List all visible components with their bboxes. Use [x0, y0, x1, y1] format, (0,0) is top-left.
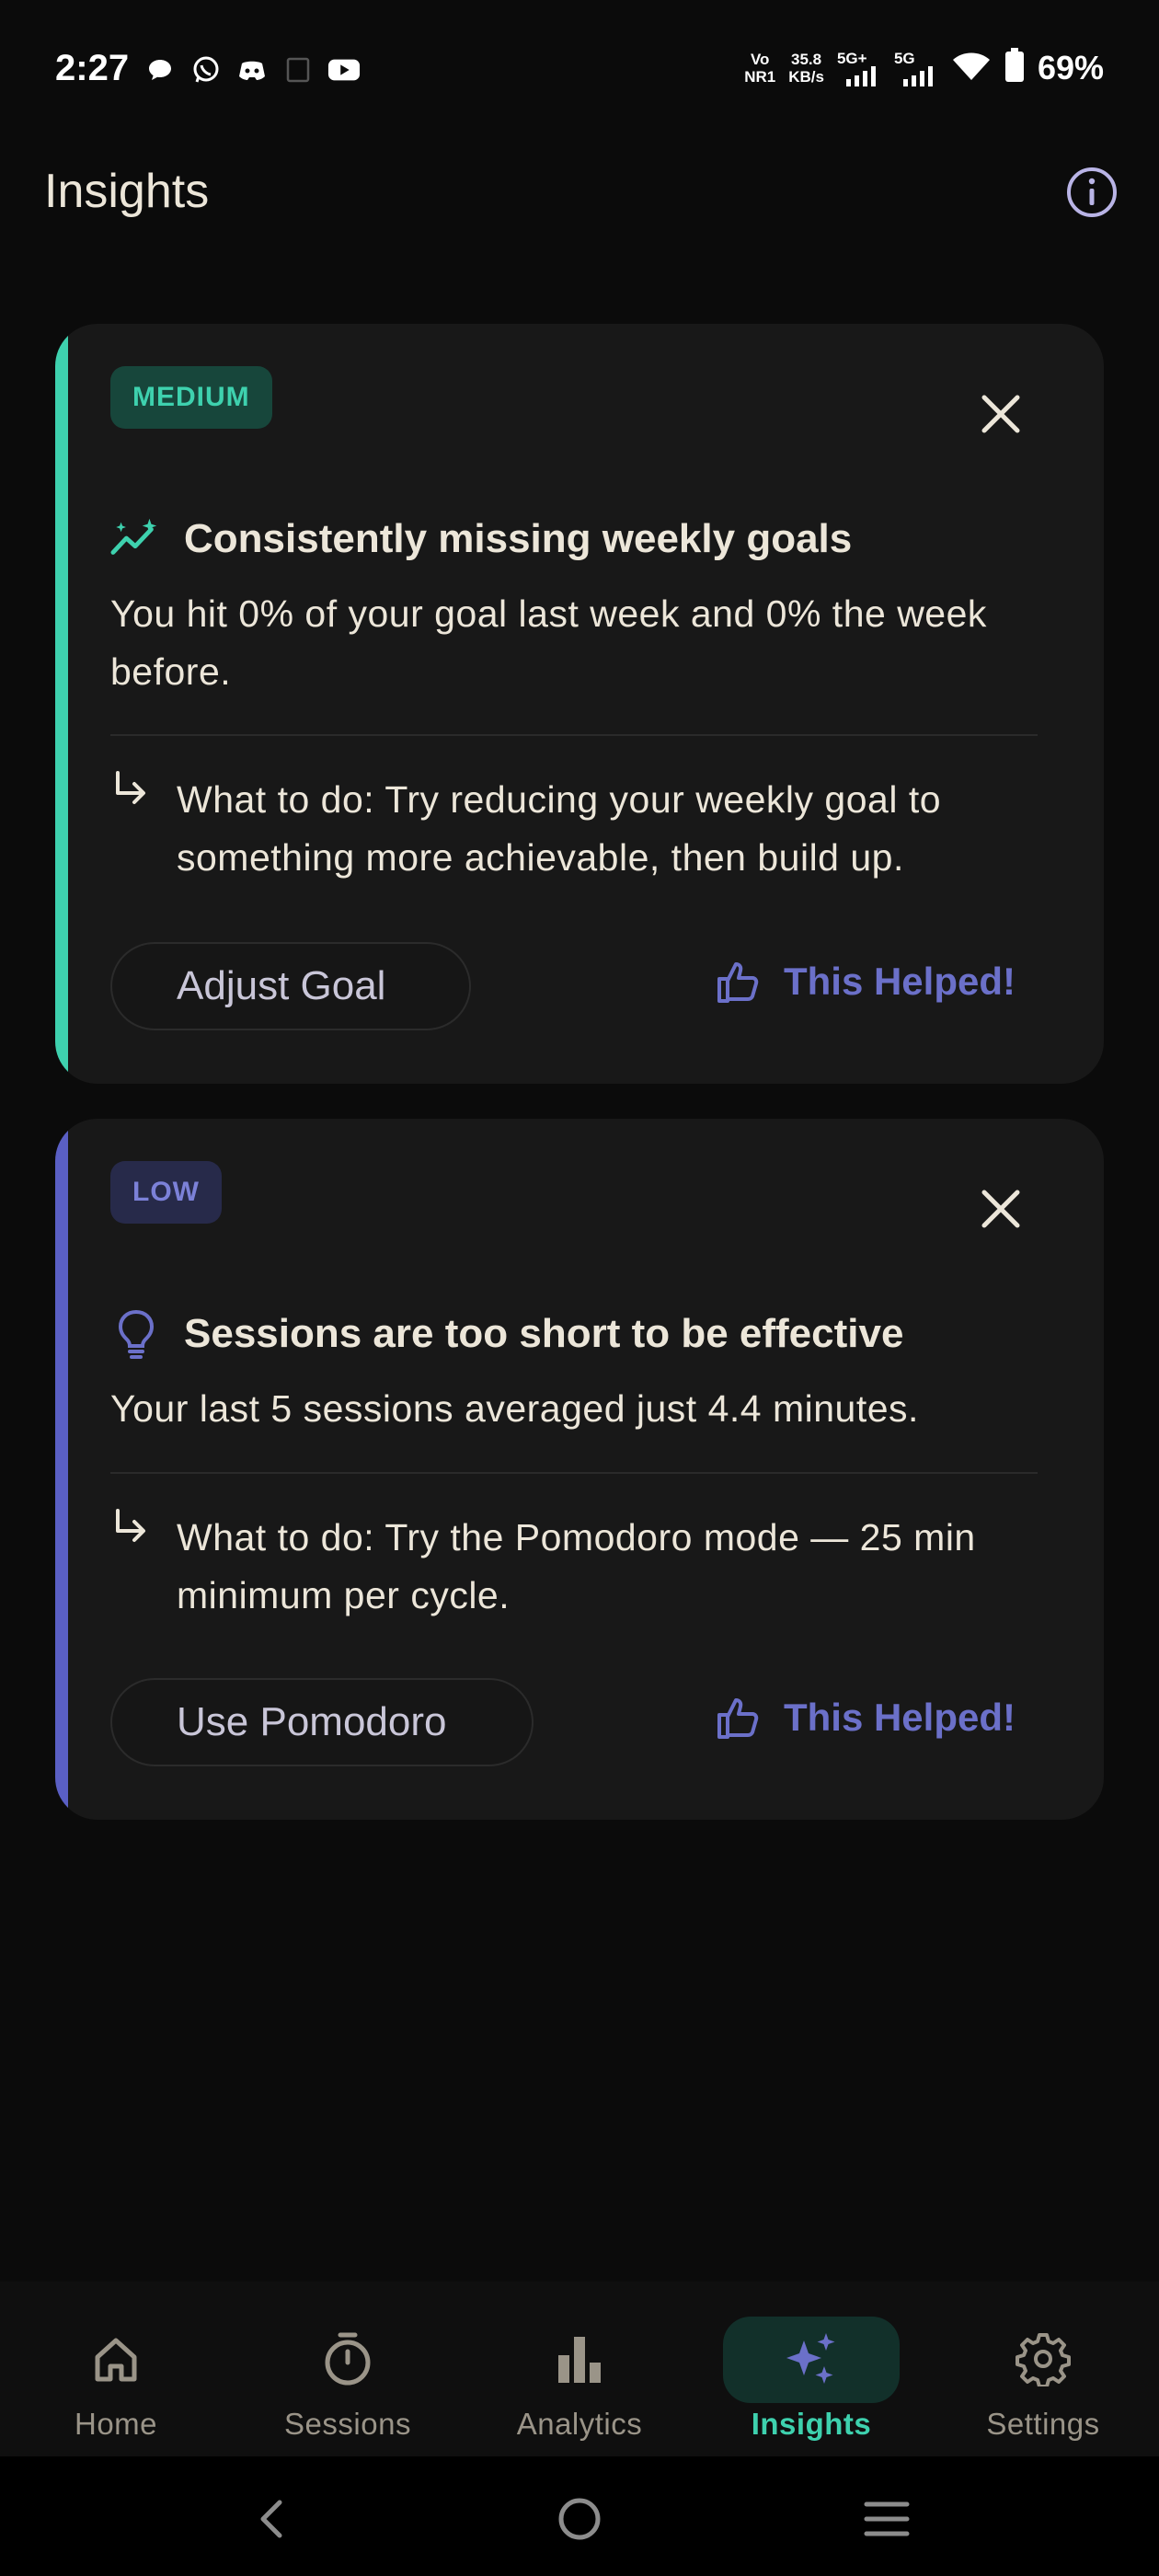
nav-label: Sessions [284, 2407, 411, 2441]
home-icon [24, 2324, 208, 2394]
signal-bars-icon [902, 65, 933, 86]
wifi-icon [951, 49, 992, 86]
nav-label: Insights [751, 2407, 872, 2441]
card-title-row: Sessions are too short to be effective [110, 1308, 903, 1360]
thumbs-up-icon [717, 962, 759, 1003]
dismiss-button[interactable] [975, 1183, 1027, 1235]
menu-lines-icon [864, 2501, 910, 2536]
thumbs-up-icon [717, 1698, 759, 1739]
severity-badge: LOW [110, 1161, 222, 1224]
severity-badge: MEDIUM [110, 366, 272, 429]
timer-icon [256, 2324, 440, 2394]
home-circle-icon [558, 2498, 601, 2540]
info-icon [1067, 167, 1117, 217]
this-helped-button[interactable]: This Helped! [716, 1695, 1016, 1741]
lightbulb-icon [110, 1308, 162, 1360]
system-home-button[interactable] [543, 2482, 616, 2556]
card-accent-bar [55, 1119, 68, 1820]
card-todo: What to do: Try reducing your weekly goa… [177, 778, 942, 879]
info-button[interactable] [1063, 164, 1120, 221]
use-pomodoro-button[interactable]: Use Pomodoro [110, 1678, 534, 1766]
card-divider [110, 734, 1038, 736]
system-recents-button[interactable] [850, 2482, 924, 2556]
insight-card-medium: MEDIUM Consistently missing weekly goals… [55, 324, 1104, 1084]
nav-item-settings[interactable]: Settings [951, 2300, 1135, 2447]
signal-bars-icon [845, 65, 876, 86]
card-todo: What to do: Try the Pomodoro mode — 25 m… [177, 1516, 976, 1616]
nav-item-insights[interactable]: Insights [719, 2300, 903, 2447]
system-back-button[interactable] [235, 2482, 309, 2556]
volte-indicator: Vo NR1 [744, 50, 776, 86]
notification-icons [143, 53, 361, 86]
page-title: Insights [44, 165, 210, 218]
youtube-icon [327, 53, 361, 86]
nav-item-sessions[interactable]: Sessions [256, 2300, 440, 2447]
whatsapp-icon [189, 53, 223, 86]
bar-chart-icon [488, 2324, 671, 2394]
status-indicators: Vo NR1 35.8 KB/s 5G+ 5G 69% [744, 48, 1104, 87]
close-icon [981, 395, 1020, 433]
status-bar: 2:27 Vo NR1 35.8 KB/s 5G+ 5G 69% [0, 0, 1159, 144]
card-accent-bar [55, 324, 68, 1084]
nav-label: Settings [986, 2407, 1100, 2441]
nav-label: Home [74, 2407, 158, 2441]
gear-icon [951, 2324, 1135, 2394]
arrow-turn-right-icon [116, 771, 145, 804]
card-title: Consistently missing weekly goals [184, 516, 853, 561]
adjust-goal-button[interactable]: Adjust Goal [110, 942, 471, 1030]
sparkle-icon [719, 2324, 903, 2394]
this-helped-label: This Helped! [783, 1696, 1016, 1739]
card-divider [110, 1472, 1038, 1474]
nav-label: Analytics [516, 2407, 643, 2441]
discord-icon [235, 53, 269, 86]
close-icon [981, 1190, 1020, 1228]
trend-sparkle-icon [110, 513, 162, 565]
card-description: You hit 0% of your goal last week and 0%… [110, 592, 987, 693]
nav-item-home[interactable]: Home [24, 2300, 208, 2447]
network-speed: 35.8 KB/s [788, 50, 824, 86]
bottom-navigation: Home Sessions Analytics Insights Setting… [0, 2282, 1159, 2456]
battery-percentage: 69% [1037, 48, 1104, 86]
card-description: Your last 5 sessions averaged just 4.4 m… [110, 1387, 919, 1430]
card-title: Sessions are too short to be effective [184, 1311, 904, 1356]
card-title-row: Consistently missing weekly goals [110, 513, 852, 565]
insight-card-low: LOW Sessions are too short to be effecti… [55, 1119, 1104, 1820]
back-chevron-icon [260, 2500, 282, 2538]
nav-item-analytics[interactable]: Analytics [488, 2300, 671, 2447]
arrow-turn-right-icon [116, 1509, 145, 1542]
this-helped-label: This Helped! [783, 960, 1016, 1003]
square-outline-icon [281, 53, 315, 86]
battery-icon [1004, 48, 1025, 87]
status-time: 2:27 [55, 48, 130, 88]
signal-5g: 5G [894, 50, 938, 86]
system-navigation-bar [0, 2456, 1159, 2576]
dismiss-button[interactable] [975, 388, 1027, 440]
this-helped-button[interactable]: This Helped! [716, 959, 1016, 1005]
signal-5g-plus: 5G+ [837, 50, 881, 86]
chat-bubble-icon [143, 53, 177, 86]
